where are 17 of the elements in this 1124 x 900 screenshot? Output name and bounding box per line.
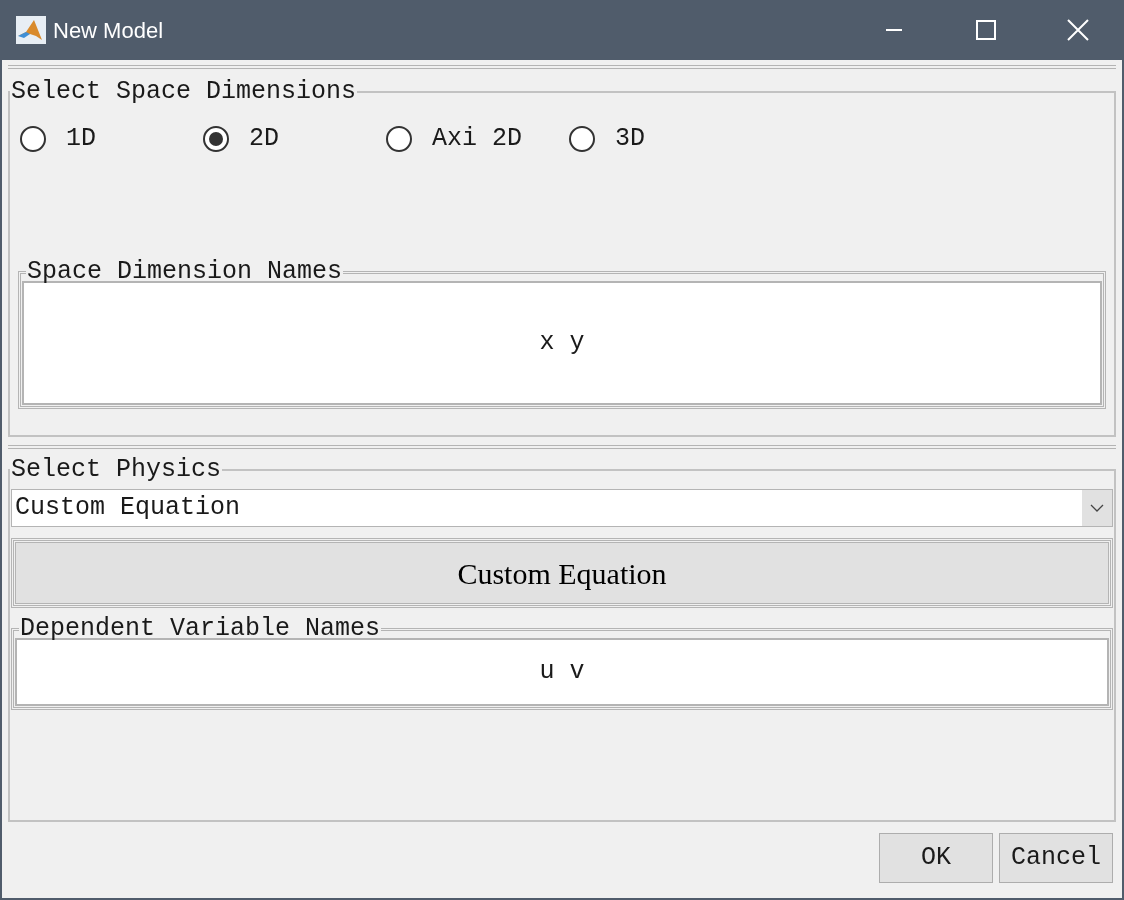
minimize-icon bbox=[886, 29, 902, 31]
custom-equation-button[interactable]: Custom Equation bbox=[15, 542, 1109, 604]
close-icon bbox=[1067, 19, 1089, 41]
maximize-icon bbox=[976, 20, 996, 40]
physics-dropdown[interactable]: Custom Equation bbox=[11, 489, 1113, 527]
dialog-button[interactable]: Cancel bbox=[999, 833, 1113, 883]
app-logo-icon bbox=[16, 16, 46, 44]
window-title: New Model bbox=[53, 16, 164, 45]
group-title: Select Physics bbox=[10, 455, 223, 485]
dropdown-value: Custom Equation bbox=[14, 492, 242, 525]
dimension-radio[interactable]: 2D bbox=[201, 120, 384, 158]
dimension-radio[interactable]: Axi 2D bbox=[384, 120, 567, 158]
dimension-radio[interactable]: 1D bbox=[18, 120, 201, 158]
group-title: Select Space Dimensions bbox=[10, 77, 358, 107]
dimension-radio[interactable]: 3D bbox=[567, 120, 750, 158]
chevron-down-icon bbox=[1090, 504, 1104, 512]
dialog-button[interactable]: OK bbox=[879, 833, 993, 883]
